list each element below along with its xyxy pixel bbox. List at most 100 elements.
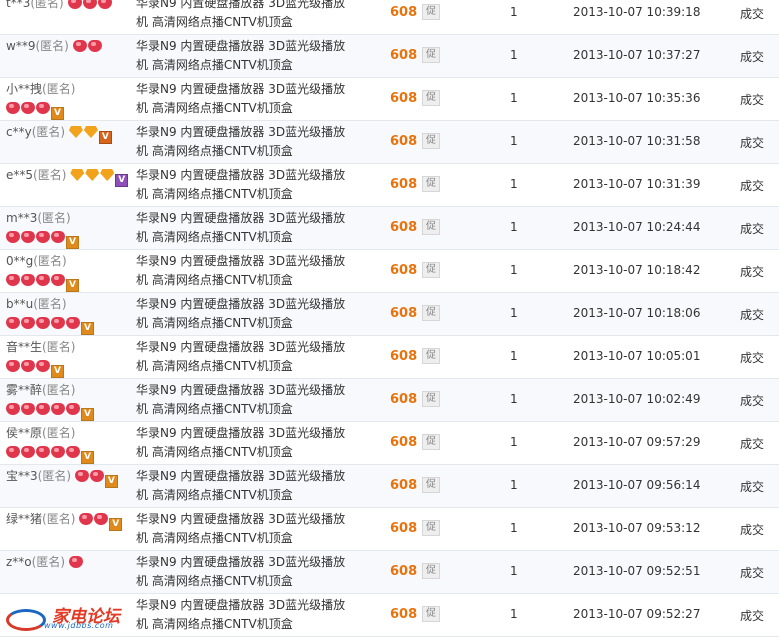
heart-rank-icon <box>6 360 20 372</box>
product-name[interactable]: 华录N9 内置硬盘播放器 3D蓝光级播放机 高清网络点播CNTV机顶盒 <box>136 553 351 591</box>
promo-badge: 促 <box>422 563 440 579</box>
product-name[interactable]: 华录N9 内置硬盘播放器 3D蓝光级播放机 高清网络点播CNTV机顶盒 <box>136 424 351 462</box>
transaction-status: 成交 <box>740 566 765 580</box>
buyer-credit-icons: V <box>6 359 65 378</box>
buyer-name: 音**生 <box>6 340 43 354</box>
vip-badge-icon: V <box>104 475 118 488</box>
quantity: 1 <box>510 177 518 191</box>
product-name[interactable]: 华录N9 内置硬盘播放器 3D蓝光级播放机 高清网络点播CNTV机顶盒 <box>136 381 351 419</box>
buyer-credit-icons: V <box>74 469 119 488</box>
buyer-cell: w**9(匿名) <box>6 37 131 56</box>
price: 608 <box>390 349 418 364</box>
table-row: 音**生(匿名) V 华录N9 内置硬盘播放器 3D蓝光级播放机 高清网络点播C… <box>0 336 779 379</box>
buyer-credit-icons <box>72 39 103 53</box>
table-row: b**u(匿名) V 华录N9 内置硬盘播放器 3D蓝光级播放机 高清网络点播C… <box>0 293 779 336</box>
buyer-name: z**o <box>6 555 32 569</box>
transaction-time: 2013-10-07 09:53:12 <box>573 521 701 535</box>
heart-rank-icon <box>6 274 20 286</box>
buyer-credit-icons: V <box>70 168 129 187</box>
price: 608 <box>390 564 418 579</box>
heart-rank-icon <box>51 403 65 415</box>
buyer-credit-icons: V <box>6 316 95 335</box>
buyer-credit-icons <box>67 0 113 10</box>
buyer-cell: t**3(匿名) <box>6 0 131 13</box>
promo-badge: 促 <box>422 348 440 364</box>
quantity: 1 <box>510 263 518 277</box>
buyer-name: t**3 <box>6 0 31 10</box>
product-name[interactable]: 华录N9 内置硬盘播放器 3D蓝光级播放机 高清网络点播CNTV机顶盒 <box>136 0 351 32</box>
vip-badge-icon: V <box>81 322 94 335</box>
anonymous-label: (匿名) <box>37 469 72 483</box>
heart-rank-icon <box>51 317 65 329</box>
heart-rank-icon <box>21 446 35 458</box>
promo-badge: 促 <box>422 606 440 622</box>
product-name[interactable]: 华录N9 内置硬盘播放器 3D蓝光级播放机 高清网络点播CNTV机顶盒 <box>136 166 351 204</box>
product-name[interactable]: 华录N9 内置硬盘播放器 3D蓝光级播放机 高清网络点播CNTV机顶盒 <box>136 209 351 247</box>
transaction-time: 2013-10-07 10:05:01 <box>573 349 701 363</box>
product-name[interactable]: 华录N9 内置硬盘播放器 3D蓝光级播放机 高清网络点播CNTV机顶盒 <box>136 252 351 290</box>
heart-rank-icon <box>72 40 87 52</box>
anonymous-label: (匿名) <box>37 211 71 225</box>
buyer-cell: 雾**醉(匿名) V <box>6 381 131 421</box>
heart-rank-icon <box>36 403 50 415</box>
buyer-name: c**y <box>6 125 32 139</box>
buyer-credit-icons: V <box>6 402 95 421</box>
heart-rank-icon <box>79 513 94 525</box>
buyer-credit-icons: V <box>6 445 95 464</box>
transaction-status: 成交 <box>740 351 765 365</box>
quantity: 1 <box>510 5 518 19</box>
buyer-cell: b**u(匿名) V <box>6 295 131 335</box>
heart-rank-icon <box>94 513 109 525</box>
heart-rank-icon <box>66 317 80 329</box>
buyer-cell: 音**生(匿名) V <box>6 338 131 378</box>
transaction-status: 成交 <box>740 179 765 193</box>
buyer-credit-icons: V <box>79 512 123 531</box>
transaction-status: 成交 <box>740 222 765 236</box>
transaction-status: 成交 <box>740 50 765 64</box>
heart-rank-icon <box>6 102 20 114</box>
product-name[interactable]: 华录N9 内置硬盘播放器 3D蓝光级播放机 高清网络点播CNTV机顶盒 <box>136 510 351 548</box>
buyer-name: w**9 <box>6 39 36 53</box>
buyer-name: 小**拽 <box>6 82 43 96</box>
heart-rank-icon <box>21 274 35 286</box>
heart-rank-icon <box>66 403 80 415</box>
quantity: 1 <box>510 521 518 535</box>
price: 608 <box>390 220 418 235</box>
promo-badge: 促 <box>422 262 440 278</box>
transaction-time: 2013-10-07 10:31:39 <box>573 177 701 191</box>
product-name[interactable]: 华录N9 内置硬盘播放器 3D蓝光级播放机 高清网络点播CNTV机顶盒 <box>136 37 351 75</box>
heart-rank-icon <box>36 102 50 114</box>
product-name[interactable]: 华录N9 内置硬盘播放器 3D蓝光级播放机 高清网络点播CNTV机顶盒 <box>136 338 351 376</box>
buyer-name: 侯**原 <box>6 426 43 440</box>
transaction-time: 2013-10-07 09:52:51 <box>573 564 701 578</box>
heart-rank-icon <box>87 40 102 52</box>
buyer-cell: m**3(匿名) V <box>6 209 131 249</box>
anonymous-label: (匿名) <box>42 426 76 440</box>
quantity: 1 <box>510 220 518 234</box>
transaction-time: 2013-10-07 09:57:29 <box>573 435 701 449</box>
promo-badge: 促 <box>422 47 440 63</box>
product-name[interactable]: 华录N9 内置硬盘播放器 3D蓝光级播放机 高清网络点播CNTV机顶盒 <box>136 295 351 333</box>
diamond-rank-icon <box>83 126 98 138</box>
product-name[interactable]: 华录N9 内置硬盘播放器 3D蓝光级播放机 高清网络点播CNTV机顶盒 <box>136 596 351 634</box>
table-row: 绿**猪(匿名) V 华录N9 内置硬盘播放器 3D蓝光级播放机 高清网络点播C… <box>0 508 779 551</box>
transaction-time: 2013-10-07 10:35:36 <box>573 91 701 105</box>
price: 608 <box>390 435 418 450</box>
table-row: t**3(匿名) 华录N9 内置硬盘播放器 3D蓝光级播放机 高清网络点播CNT… <box>0 0 779 35</box>
heart-rank-icon <box>67 0 82 9</box>
product-name[interactable]: 华录N9 内置硬盘播放器 3D蓝光级播放机 高清网络点播CNTV机顶盒 <box>136 123 351 161</box>
logo-swirl-icon <box>6 609 46 631</box>
diamond-rank-icon <box>85 169 100 181</box>
diamond-rank-icon <box>70 169 85 181</box>
vip-badge-icon: V <box>81 408 94 421</box>
heart-rank-icon <box>36 274 50 286</box>
buyer-credit-icons: V <box>6 273 80 292</box>
vip-badge-icon: V <box>109 518 123 531</box>
promo-badge: 促 <box>422 520 440 536</box>
product-name[interactable]: 华录N9 内置硬盘播放器 3D蓝光级播放机 高清网络点播CNTV机顶盒 <box>136 80 351 118</box>
watermark-url: www.jdbbs.com <box>44 621 114 630</box>
promo-badge: 促 <box>422 391 440 407</box>
product-name[interactable]: 华录N9 内置硬盘播放器 3D蓝光级播放机 高清网络点播CNTV机顶盒 <box>136 467 351 505</box>
price: 608 <box>390 521 418 536</box>
diamond-rank-icon <box>100 169 115 181</box>
